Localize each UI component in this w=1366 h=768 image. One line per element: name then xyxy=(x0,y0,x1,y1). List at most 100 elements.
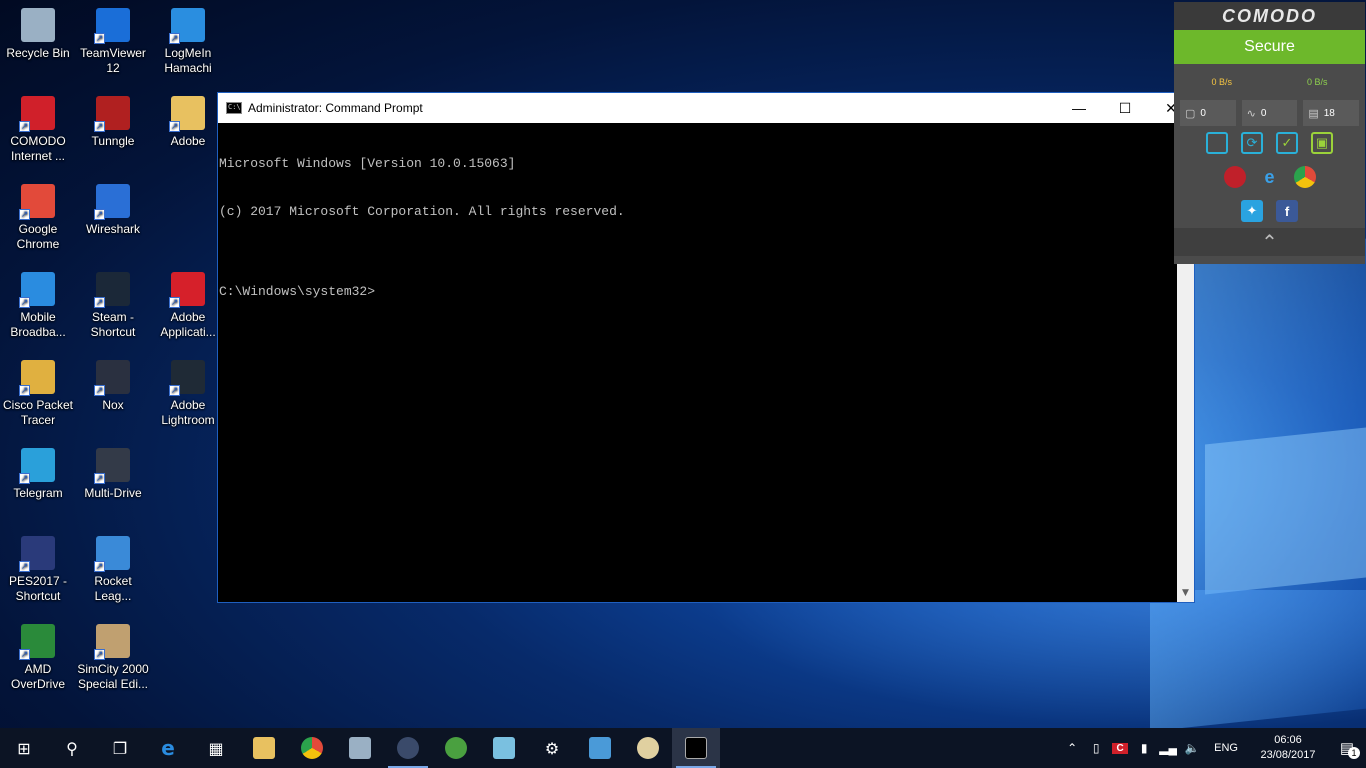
desktop-icon-label: Multi-Drive xyxy=(84,486,142,500)
virtual-desktop-icon[interactable]: ✓ xyxy=(1276,132,1298,154)
desktop-icon[interactable]: ↗ Tunngle xyxy=(75,92,151,176)
file-explorer-button[interactable] xyxy=(240,728,288,768)
minimize-button[interactable]: — xyxy=(1056,93,1102,123)
command-prompt-window[interactable]: C:\ Administrator: Command Prompt — ☐ ✕ … xyxy=(217,92,1195,603)
teamviewer-icon: ↗ xyxy=(94,8,130,44)
wallpaper-floor xyxy=(700,590,1366,730)
search-button[interactable]: ⚲ xyxy=(48,728,96,768)
maximize-button[interactable]: ☐ xyxy=(1102,93,1148,123)
windows-icon: ⊞ xyxy=(17,738,31,758)
search-icon: ⚲ xyxy=(66,738,78,758)
comodo-widget[interactable]: COMODO Secure 0 B/s 0 B/s ▢ 0 ∿ 0 ▤ 18 ⟳ ✓ … xyxy=(1174,2,1365,264)
recycle-bin-icon xyxy=(21,8,55,42)
desktop-icon[interactable]: ↗ Mobile Broadba... xyxy=(0,268,76,352)
action-center-button[interactable]: ▤ 1 xyxy=(1328,739,1366,759)
tunngle-icon: ↗ xyxy=(94,96,130,132)
shortcut-arrow-icon: ↗ xyxy=(94,649,105,660)
volume-icon[interactable]: 🔈 xyxy=(1180,741,1204,755)
language-indicator[interactable]: ENG xyxy=(1204,742,1248,754)
app-button[interactable] xyxy=(624,728,672,768)
task-view-button[interactable]: ❐ xyxy=(96,728,144,768)
comodo-dragon-icon[interactable] xyxy=(1223,166,1246,188)
shortcut-arrow-icon: ↗ xyxy=(19,649,30,660)
steam-taskbar-button[interactable] xyxy=(384,728,432,768)
app-button[interactable] xyxy=(480,728,528,768)
internet-explorer-icon[interactable]: e xyxy=(1259,166,1281,188)
console-prompt: C:\Windows\system32> xyxy=(219,284,376,299)
desktop-icon-label: Adobe Applicati... xyxy=(160,310,216,339)
desktop-icon[interactable]: ↗ Steam - Shortcut xyxy=(75,268,151,352)
telegram-icon: ↗ xyxy=(19,448,55,484)
task-buttons: ⟳ ✓ ▣ xyxy=(1174,126,1365,160)
scroll-down-icon[interactable]: ▼ xyxy=(1177,585,1194,602)
desktop-icon[interactable]: ↗ Google Chrome xyxy=(0,180,76,264)
desktop-icon[interactable]: Recycle Bin xyxy=(0,4,76,88)
usb-icon[interactable]: ▯ xyxy=(1084,741,1108,755)
desktop-icon[interactable]: ↗ COMODO Internet ... xyxy=(0,92,76,176)
update-icon[interactable]: ⟳ xyxy=(1241,132,1263,154)
desktop-icon-label: Steam - Shortcut xyxy=(90,310,136,339)
signal-icon[interactable]: ▂▄ xyxy=(1156,741,1180,755)
desktop-icon[interactable]: ↗ Nox xyxy=(75,356,151,440)
store-button[interactable]: ▦ xyxy=(192,728,240,768)
network-speeds: 0 B/s 0 B/s xyxy=(1174,64,1365,100)
desktop-icon[interactable]: ↗ Wireshark xyxy=(75,180,151,264)
desktop-icon-label: Wireshark xyxy=(85,222,140,236)
desktop-icon[interactable]: ↗ Cisco Packet Tracer xyxy=(0,356,76,440)
desktop-icon-label: COMODO Internet ... xyxy=(10,134,66,163)
cmd-icon xyxy=(685,737,707,759)
window-titlebar[interactable]: C:\ Administrator: Command Prompt — ☐ ✕ xyxy=(218,93,1194,123)
desktop-icon[interactable]: ↗ LogMeIn Hamachi xyxy=(150,4,226,88)
date: 23/08/2017 xyxy=(1260,749,1316,761)
shortcut-arrow-icon: ↗ xyxy=(94,209,105,220)
desktop-icon[interactable]: ↗ Rocket Leag... xyxy=(75,532,151,616)
document-icon: ▤ xyxy=(1308,107,1319,120)
chevron-up-icon[interactable]: ⌃ xyxy=(1060,741,1084,755)
shop-icon[interactable]: ▣ xyxy=(1311,132,1333,154)
desktop-icon[interactable]: ↗ SimCity 2000 Special Edi... xyxy=(75,620,151,704)
settings-button[interactable]: ⚙ xyxy=(528,728,576,768)
desktop-icon[interactable]: ↗ AMD OverDrive xyxy=(0,620,76,704)
counter-box[interactable]: ▢ 0 xyxy=(1180,100,1236,126)
counter-box[interactable]: ∿ 0 xyxy=(1241,100,1298,126)
desktop-icon[interactable]: ↗ PES2017 - Shortcut xyxy=(0,532,76,616)
facebook-icon[interactable]: f xyxy=(1276,200,1298,222)
comodo-tray-icon[interactable]: C xyxy=(1112,742,1129,754)
desktop-icon[interactable]: ↗ Telegram xyxy=(0,444,76,528)
steam-icon xyxy=(397,737,419,759)
desktop-icon-label: AMD OverDrive xyxy=(10,662,65,691)
scan-icon[interactable] xyxy=(1206,132,1228,154)
counter-value: 0 xyxy=(1200,107,1206,119)
twitter-icon[interactable]: ✦ xyxy=(1241,200,1263,222)
cmd-taskbar-button[interactable] xyxy=(672,728,720,768)
chrome-taskbar-button[interactable] xyxy=(288,728,336,768)
console-output[interactable]: Microsoft Windows [Version 10.0.15063] (… xyxy=(218,123,1177,602)
desktop-icon[interactable]: ↗ Adobe xyxy=(150,92,226,176)
counter-value: 18 xyxy=(1323,107,1335,119)
upload-speed: 0 B/s xyxy=(1306,77,1328,87)
shortcut-arrow-icon: ↗ xyxy=(169,297,180,308)
counter-box[interactable]: ▤ 18 xyxy=(1303,100,1360,126)
app-button[interactable] xyxy=(336,728,384,768)
desktop-icon[interactable]: ↗ Adobe Lightroom xyxy=(150,356,226,440)
app-button[interactable] xyxy=(576,728,624,768)
time: 06:06 xyxy=(1274,734,1302,746)
app-button[interactable] xyxy=(432,728,480,768)
desktop-icon[interactable]: ↗ TeamViewer 12 xyxy=(75,4,151,88)
cmd-app-icon: C:\ xyxy=(226,102,242,114)
steam-icon: ↗ xyxy=(94,272,130,308)
chrome-icon[interactable] xyxy=(1293,166,1316,188)
desktop-icon-label: Mobile Broadba... xyxy=(10,310,66,339)
clock[interactable]: 06:06 23/08/2017 xyxy=(1248,733,1328,763)
desktop-icon[interactable]: ↗ Adobe Applicati... xyxy=(150,268,226,352)
shortcut-arrow-icon: ↗ xyxy=(19,209,30,220)
start-button[interactable]: ⊞ xyxy=(0,728,48,768)
edge-button[interactable]: e xyxy=(144,728,192,768)
chevron-up-icon[interactable]: ⌃ xyxy=(1174,228,1365,256)
notepad-icon xyxy=(493,737,515,759)
desktop-icon[interactable]: ↗ Multi-Drive xyxy=(75,444,151,528)
battery-icon[interactable]: ▮ xyxy=(1132,741,1156,755)
desktop-icon-label: Cisco Packet Tracer xyxy=(2,398,74,427)
security-status[interactable]: Secure xyxy=(1174,30,1365,64)
shortcut-arrow-icon: ↗ xyxy=(19,561,30,572)
